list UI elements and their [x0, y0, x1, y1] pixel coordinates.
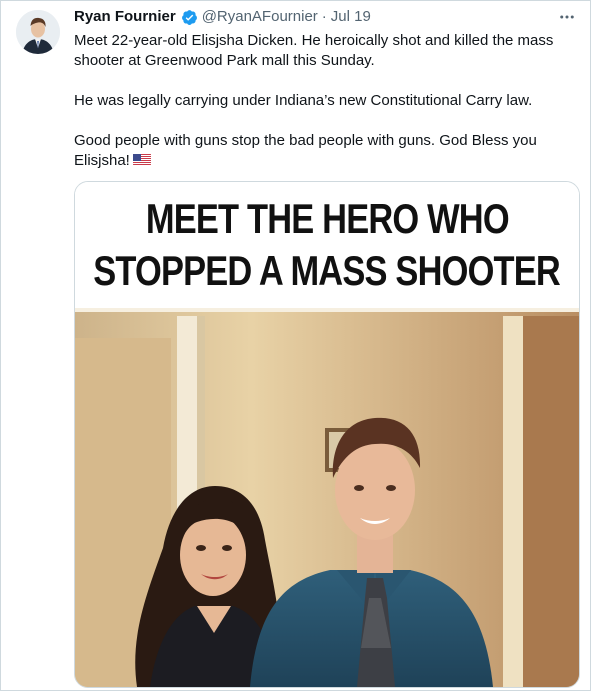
tweet-paragraph: He was legally carrying under Indiana’s … — [74, 92, 533, 109]
headline-line-1: MEET THE HERO WHO — [145, 195, 509, 242]
media-photo — [75, 308, 579, 687]
tweet-paragraph: Good people with guns stop the bad peopl… — [74, 131, 574, 171]
avatar-image — [16, 10, 60, 54]
tweet-media[interactable]: MEET THE HERO WHO STOPPED A MASS SHOOTER — [74, 181, 580, 688]
tweet-paragraph: Meet 22-year-old Elisjsha Dicken. He her… — [74, 32, 554, 69]
tweet-header: Ryan Fournier @RyanAFournier · Jul 19 — [74, 7, 371, 27]
tweet-date[interactable]: Jul 19 — [331, 7, 371, 27]
tweet-card: Ryan Fournier @RyanAFournier · Jul 19 Me… — [0, 0, 591, 691]
header-separator: · — [321, 8, 327, 25]
author-handle[interactable]: @RyanAFournier — [202, 7, 318, 27]
headline-line-2: STOPPED A MASS SHOOTER — [93, 247, 562, 294]
more-horizontal-icon[interactable] — [556, 7, 578, 27]
avatar[interactable] — [16, 10, 60, 54]
media-headline: MEET THE HERO WHO STOPPED A MASS SHOOTER — [75, 182, 579, 308]
us-flag-icon — [132, 153, 151, 166]
tweet-text: Meet 22-year-old Elisjsha Dicken. He her… — [74, 31, 574, 171]
verified-badge-icon — [181, 9, 198, 26]
author-name[interactable]: Ryan Fournier — [74, 7, 176, 27]
